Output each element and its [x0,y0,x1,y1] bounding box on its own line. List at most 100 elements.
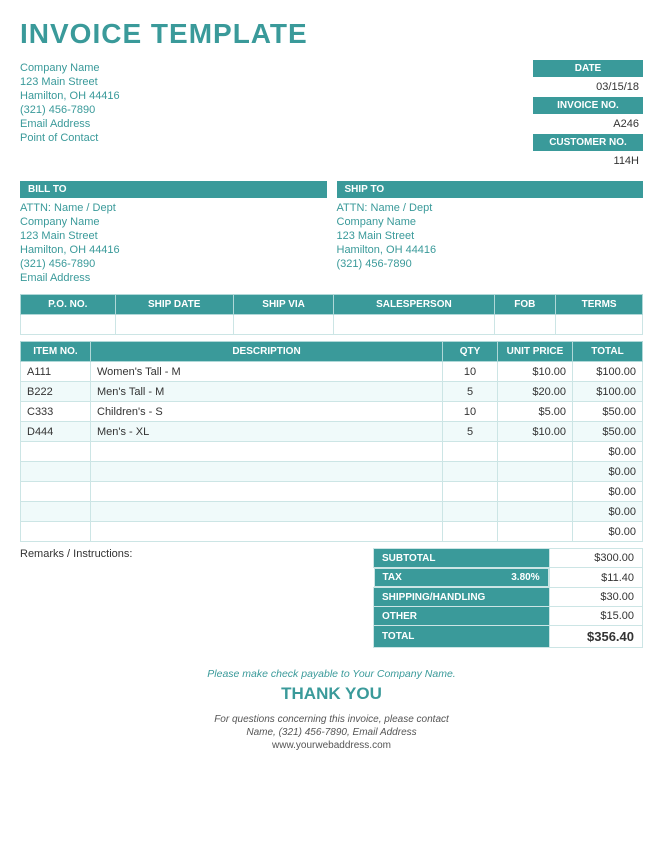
bill-address: 123 Main Street [20,230,327,242]
item-desc-cell [91,482,443,502]
total-row: TOTAL $356.40 [374,626,643,648]
invoice-no-label: INVOICE NO. [533,97,643,114]
salesperson-cell [334,315,494,335]
ship-attn: ATTN: Name / Dept [337,202,644,214]
item-unit-cell: $5.00 [498,402,573,422]
col-salesperson: SALESPERSON [334,295,494,315]
item-total-cell: $100.00 [573,362,643,382]
company-contact: Point of Contact [20,132,120,144]
item-row: $0.00 [21,482,643,502]
item-desc-cell: Women's Tall - M [91,362,443,382]
date-label: DATE [533,60,643,77]
company-name: Company Name [20,62,120,74]
footer-contact-line2: Name, (321) 456-7890, Email Address [20,727,643,738]
col-po-no: P.O. NO. [21,295,116,315]
customer-no-label: CUSTOMER NO. [533,134,643,151]
col-unit-price: UNIT PRICE [498,342,573,362]
totals-block: SUBTOTAL $300.00 TAX 3.80% $11.40 SHIPPI… [373,548,643,654]
company-info: Company Name 123 Main Street Hamilton, O… [20,60,120,171]
item-qty-cell: 5 [443,422,498,442]
item-qty-cell: 5 [443,382,498,402]
invoice-title: INVOICE TEMPLATE [20,18,643,50]
ship-to-header: SHIP TO [337,181,644,198]
order-row [21,315,643,335]
item-desc-cell [91,462,443,482]
ship-city: Hamilton, OH 44416 [337,244,644,256]
item-row: $0.00 [21,462,643,482]
other-row: OTHER $15.00 [374,607,643,626]
col-ship-date: SHIP DATE [115,295,233,315]
company-address: 123 Main Street [20,76,120,88]
bill-company: Company Name [20,216,327,228]
item-total-cell: $0.00 [573,482,643,502]
item-row: A111 Women's Tall - M 10 $10.00 $100.00 [21,362,643,382]
totals-summary-table: SUBTOTAL $300.00 TAX 3.80% $11.40 SHIPPI… [373,548,643,648]
ship-address: 123 Main Street [337,230,644,242]
item-unit-cell: $10.00 [498,422,573,442]
item-desc-cell: Men's - XL [91,422,443,442]
item-unit-cell: $20.00 [498,382,573,402]
date-value-row: 03/15/18 [443,79,643,95]
customer-no-value: 114H [563,153,643,169]
company-phone: (321) 456-7890 [20,104,120,116]
order-table: P.O. NO. SHIP DATE SHIP VIA SALESPERSON … [20,294,643,335]
remarks-label: Remarks / Instructions: [20,548,132,560]
item-unit-cell [498,522,573,542]
item-qty-cell [443,522,498,542]
item-desc-cell: Men's Tall - M [91,382,443,402]
bill-to-block: BILL TO ATTN: Name / Dept Company Name 1… [20,181,327,286]
footer-website: www.yourwebaddress.com [20,740,643,751]
terms-cell [556,315,643,335]
ship-to-block: SHIP TO ATTN: Name / Dept Company Name 1… [337,181,644,286]
col-qty: QTY [443,342,498,362]
item-total-cell: $0.00 [573,502,643,522]
item-desc-cell [91,502,443,522]
invoice-no-value-row: A246 [443,116,643,132]
col-fob: FOB [494,295,556,315]
item-total-cell: $50.00 [573,402,643,422]
item-qty-cell [443,462,498,482]
item-qty-cell: 10 [443,362,498,382]
bill-city: Hamilton, OH 44416 [20,244,327,256]
item-unit-cell [498,482,573,502]
subtotal-value: $300.00 [549,549,642,568]
item-no-cell: B222 [21,382,91,402]
order-table-wrapper: P.O. NO. SHIP DATE SHIP VIA SALESPERSON … [20,294,643,335]
item-unit-cell [498,442,573,462]
shipping-label: SHIPPING/HANDLING [374,588,550,607]
item-desc-cell [91,522,443,542]
item-total-cell: $100.00 [573,382,643,402]
item-unit-cell: $10.00 [498,362,573,382]
item-desc-cell: Children's - S [91,402,443,422]
item-no-cell [21,442,91,462]
invoice-no-row: INVOICE NO. [443,97,643,114]
header-section: Company Name 123 Main Street Hamilton, O… [20,60,643,171]
item-desc-cell [91,442,443,462]
company-city: Hamilton, OH 44416 [20,90,120,102]
item-total-cell: $0.00 [573,462,643,482]
item-row: B222 Men's Tall - M 5 $20.00 $100.00 [21,382,643,402]
col-terms: TERMS [556,295,643,315]
bill-to-header: BILL TO [20,181,327,198]
item-qty-cell: 10 [443,402,498,422]
bill-attn: ATTN: Name / Dept [20,202,327,214]
items-table: ITEM NO. DESCRIPTION QTY UNIT PRICE TOTA… [20,341,643,542]
ship-phone: (321) 456-7890 [337,258,644,270]
item-qty-cell [443,442,498,462]
customer-no-value-row: 114H [443,153,643,169]
item-no-cell [21,482,91,502]
item-no-cell: D444 [21,422,91,442]
bill-to-address: ATTN: Name / Dept Company Name 123 Main … [20,202,327,284]
other-value: $15.00 [549,607,642,626]
tax-label: TAX 3.80% [374,568,549,587]
item-total-cell: $0.00 [573,442,643,462]
bill-email: Email Address [20,272,327,284]
customer-no-row: CUSTOMER NO. [443,134,643,151]
col-description: DESCRIPTION [91,342,443,362]
col-item-no: ITEM NO. [21,342,91,362]
shipping-value: $30.00 [549,588,642,607]
item-total-cell: $50.00 [573,422,643,442]
item-row: $0.00 [21,442,643,462]
subtotal-label: SUBTOTAL [374,549,550,568]
item-no-cell: C333 [21,402,91,422]
